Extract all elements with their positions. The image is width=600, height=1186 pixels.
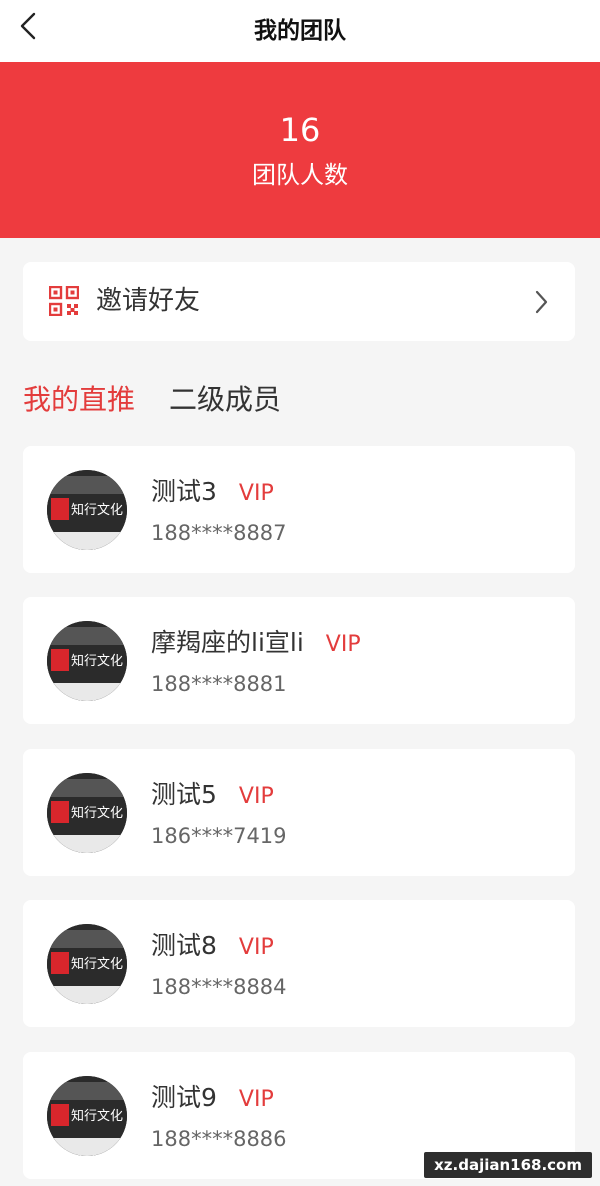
member-phone: 188****8887 [151, 521, 287, 545]
member-phone: 186****7419 [151, 824, 287, 848]
team-summary-banner: 16 团队人数 [0, 62, 600, 238]
svg-text:知行文化: 知行文化 [71, 805, 123, 821]
member-phone: 188****8884 [151, 975, 287, 999]
svg-text:知行文化: 知行文化 [71, 956, 123, 972]
avatar: 知行文化 [47, 924, 127, 1004]
team-count-label: 团队人数 [252, 161, 348, 189]
vip-badge: VIP [238, 784, 274, 809]
invite-friends-label: 邀请好友 [96, 286, 201, 316]
vip-badge: VIP [238, 935, 274, 960]
member-name: 测试9 VIP [151, 1083, 274, 1112]
tab-second-level-members[interactable]: 二级成员 [169, 378, 281, 422]
avatar: 知行文化 [47, 470, 127, 550]
tab-direct-referrals[interactable]: 我的直推 [23, 378, 135, 422]
vip-badge: VIP [238, 481, 274, 506]
svg-text:知行文化: 知行文化 [71, 653, 123, 669]
nav-bar: 我的团队 [0, 0, 600, 62]
vip-badge: VIP [238, 1087, 274, 1112]
member-card[interactable]: 知行文化 测试3 VIP 188****8887 [23, 446, 575, 573]
member-card[interactable]: 知行文化 摩羯座的li宣li VIP 188****8881 [23, 597, 575, 724]
avatar: 知行文化 [47, 1076, 127, 1156]
avatar: 知行文化 [47, 621, 127, 701]
member-name: 测试5 VIP [151, 780, 274, 809]
member-phone: 188****8886 [151, 1127, 287, 1151]
member-phone: 188****8881 [151, 672, 287, 696]
avatar: 知行文化 [47, 773, 127, 853]
qr-code-icon [49, 286, 79, 316]
svg-text:知行文化: 知行文化 [71, 502, 123, 518]
member-card[interactable]: 知行文化 测试8 VIP 188****8884 [23, 900, 575, 1027]
page-title: 我的团队 [254, 18, 346, 44]
member-card[interactable]: 知行文化 测试5 VIP 186****7419 [23, 749, 575, 876]
chevron-right-icon [535, 290, 548, 314]
team-count: 16 [279, 111, 321, 149]
member-name: 测试3 VIP [151, 477, 274, 506]
invite-friends-row[interactable]: 邀请好友 [23, 262, 575, 341]
member-name: 摩羯座的li宣li VIP [151, 628, 361, 657]
svg-text:知行文化: 知行文化 [71, 1108, 123, 1124]
member-name: 测试8 VIP [151, 931, 274, 960]
vip-badge: VIP [325, 632, 361, 657]
site-watermark: xz.dajian168.com [424, 1152, 592, 1178]
